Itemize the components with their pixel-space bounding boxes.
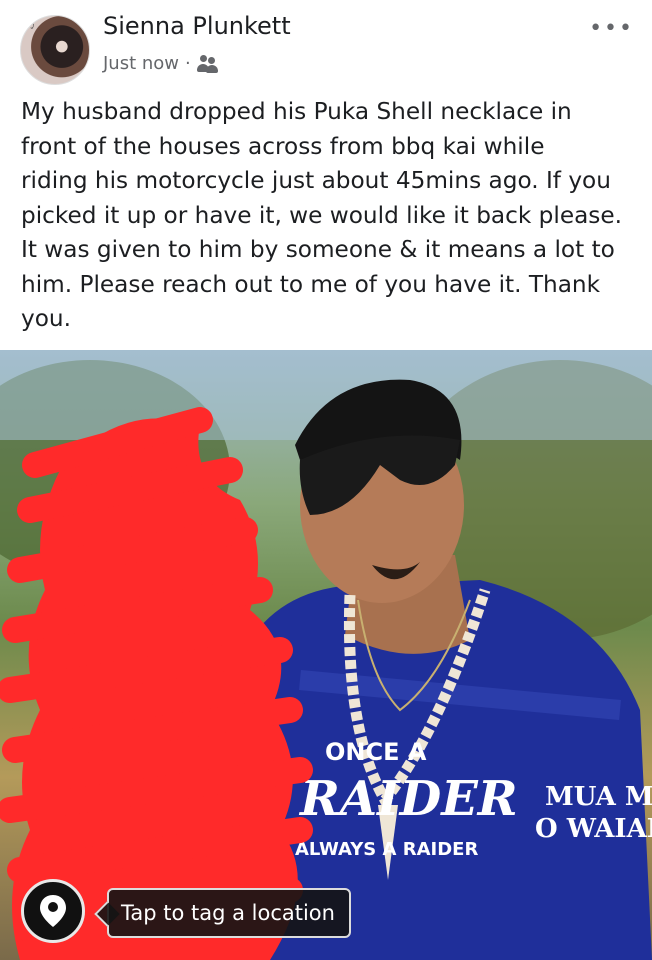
meta-separator: · xyxy=(185,53,191,74)
shirt-text-once: ONCE A xyxy=(325,738,427,766)
post-meta: Just now · xyxy=(103,53,219,74)
friends-icon xyxy=(196,54,219,73)
post-photo[interactable]: ONCE A RAIDER ALWAYS A RAIDER MUA MĀ O W… xyxy=(0,350,652,960)
shirt-text-always: ALWAYS A RAIDER xyxy=(295,839,478,860)
timestamp[interactable]: Just now xyxy=(103,53,179,74)
tag-location-button[interactable]: Tap to tag a location xyxy=(107,888,351,938)
avatar[interactable]: Sienna xyxy=(20,15,90,85)
post-text: My husband dropped his Puka Shell neckla… xyxy=(21,98,623,332)
location-pin-icon xyxy=(40,895,66,927)
more-options-icon[interactable]: ••• xyxy=(589,16,634,41)
shirt-text-raider: RAIDER xyxy=(298,771,518,827)
author-name[interactable]: Sienna Plunkett xyxy=(103,12,291,40)
shirt-text-mua: MUA MĀ xyxy=(545,781,652,812)
shirt-text-waian: O WAIAN xyxy=(535,814,652,844)
location-pin-button[interactable] xyxy=(21,879,85,943)
avatar-script-text: Sienna xyxy=(23,16,48,30)
photo-illustration: ONCE A RAIDER ALWAYS A RAIDER MUA MĀ O W… xyxy=(0,350,652,960)
